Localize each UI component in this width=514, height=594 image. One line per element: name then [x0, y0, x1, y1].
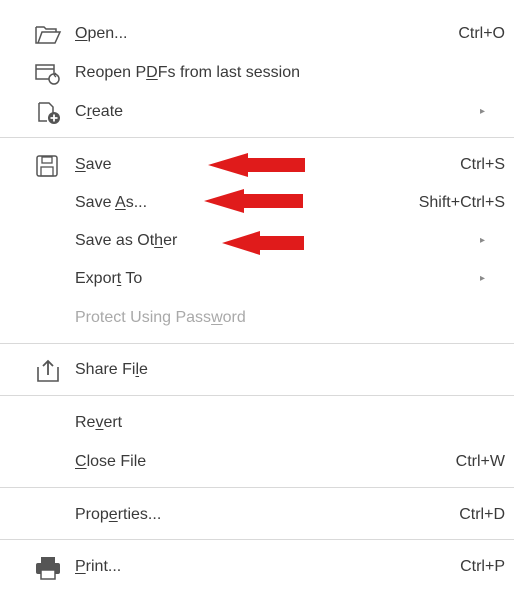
menu-item-label: Open... — [75, 25, 128, 42]
menu-item-properties[interactable]: Properties... Ctrl+D — [0, 497, 514, 533]
menu-separator — [0, 539, 514, 540]
shortcut-text: Ctrl+W — [455, 453, 505, 470]
menu-item-open[interactable]: Open... Ctrl+O — [0, 16, 514, 52]
menu-item-share-file[interactable]: Share File — [0, 352, 514, 388]
menu-separator — [0, 137, 514, 138]
submenu-arrow-icon: ▸ — [480, 106, 486, 117]
shortcut-text: Ctrl+P — [460, 558, 505, 575]
save-icon — [34, 154, 62, 178]
share-icon — [34, 359, 62, 383]
reopen-session-icon — [34, 62, 62, 86]
submenu-arrow-icon: ▸ — [480, 235, 486, 246]
menu-item-print[interactable]: Print... Ctrl+P — [0, 549, 514, 585]
menu-item-label: Revert — [75, 414, 123, 431]
printer-icon — [34, 556, 62, 580]
menu-item-label: Share File — [75, 361, 148, 378]
menu-item-reopen[interactable]: Reopen PDFs from last session — [0, 55, 514, 91]
file-menu: Open... Ctrl+O Reopen PDFs from last ses… — [0, 0, 514, 585]
shortcut-text: Shift+Ctrl+S — [418, 194, 505, 211]
menu-separator — [0, 395, 514, 396]
menu-item-save[interactable]: Save Ctrl+S — [0, 147, 514, 183]
menu-item-label: Reopen PDFs from last session — [75, 64, 300, 81]
folder-open-icon — [34, 23, 62, 47]
menu-separator — [0, 487, 514, 488]
menu-separator — [0, 343, 514, 344]
menu-item-label: Save as Other — [75, 232, 178, 249]
menu-item-close-file[interactable]: Close File Ctrl+W — [0, 444, 514, 480]
menu-item-label: Create — [75, 103, 124, 120]
shortcut-text: Ctrl+D — [459, 506, 505, 523]
create-pdf-icon — [34, 101, 62, 125]
shortcut-text: Ctrl+S — [460, 156, 505, 173]
menu-item-label: Protect Using Password — [75, 309, 246, 326]
menu-item-label: Close File — [75, 453, 147, 470]
menu-item-label: Export To — [75, 270, 143, 287]
menu-item-create[interactable]: Create ▸ — [0, 94, 514, 130]
menu-item-label: Properties... — [75, 506, 162, 523]
menu-item-revert[interactable]: Revert — [0, 405, 514, 441]
menu-item-label: Print... — [75, 558, 122, 575]
menu-item-label: Save — [75, 156, 112, 173]
submenu-arrow-icon: ▸ — [480, 273, 486, 284]
menu-item-save-as-other[interactable]: Save as Other ▸ — [0, 223, 514, 259]
menu-item-protect-using-password: Protect Using Password — [0, 300, 514, 336]
menu-item-export-to[interactable]: Export To ▸ — [0, 261, 514, 297]
shortcut-text: Ctrl+O — [458, 25, 505, 42]
menu-item-label: Save As... — [75, 194, 148, 211]
menu-item-save-as[interactable]: Save As... Shift+Ctrl+S — [0, 185, 514, 221]
